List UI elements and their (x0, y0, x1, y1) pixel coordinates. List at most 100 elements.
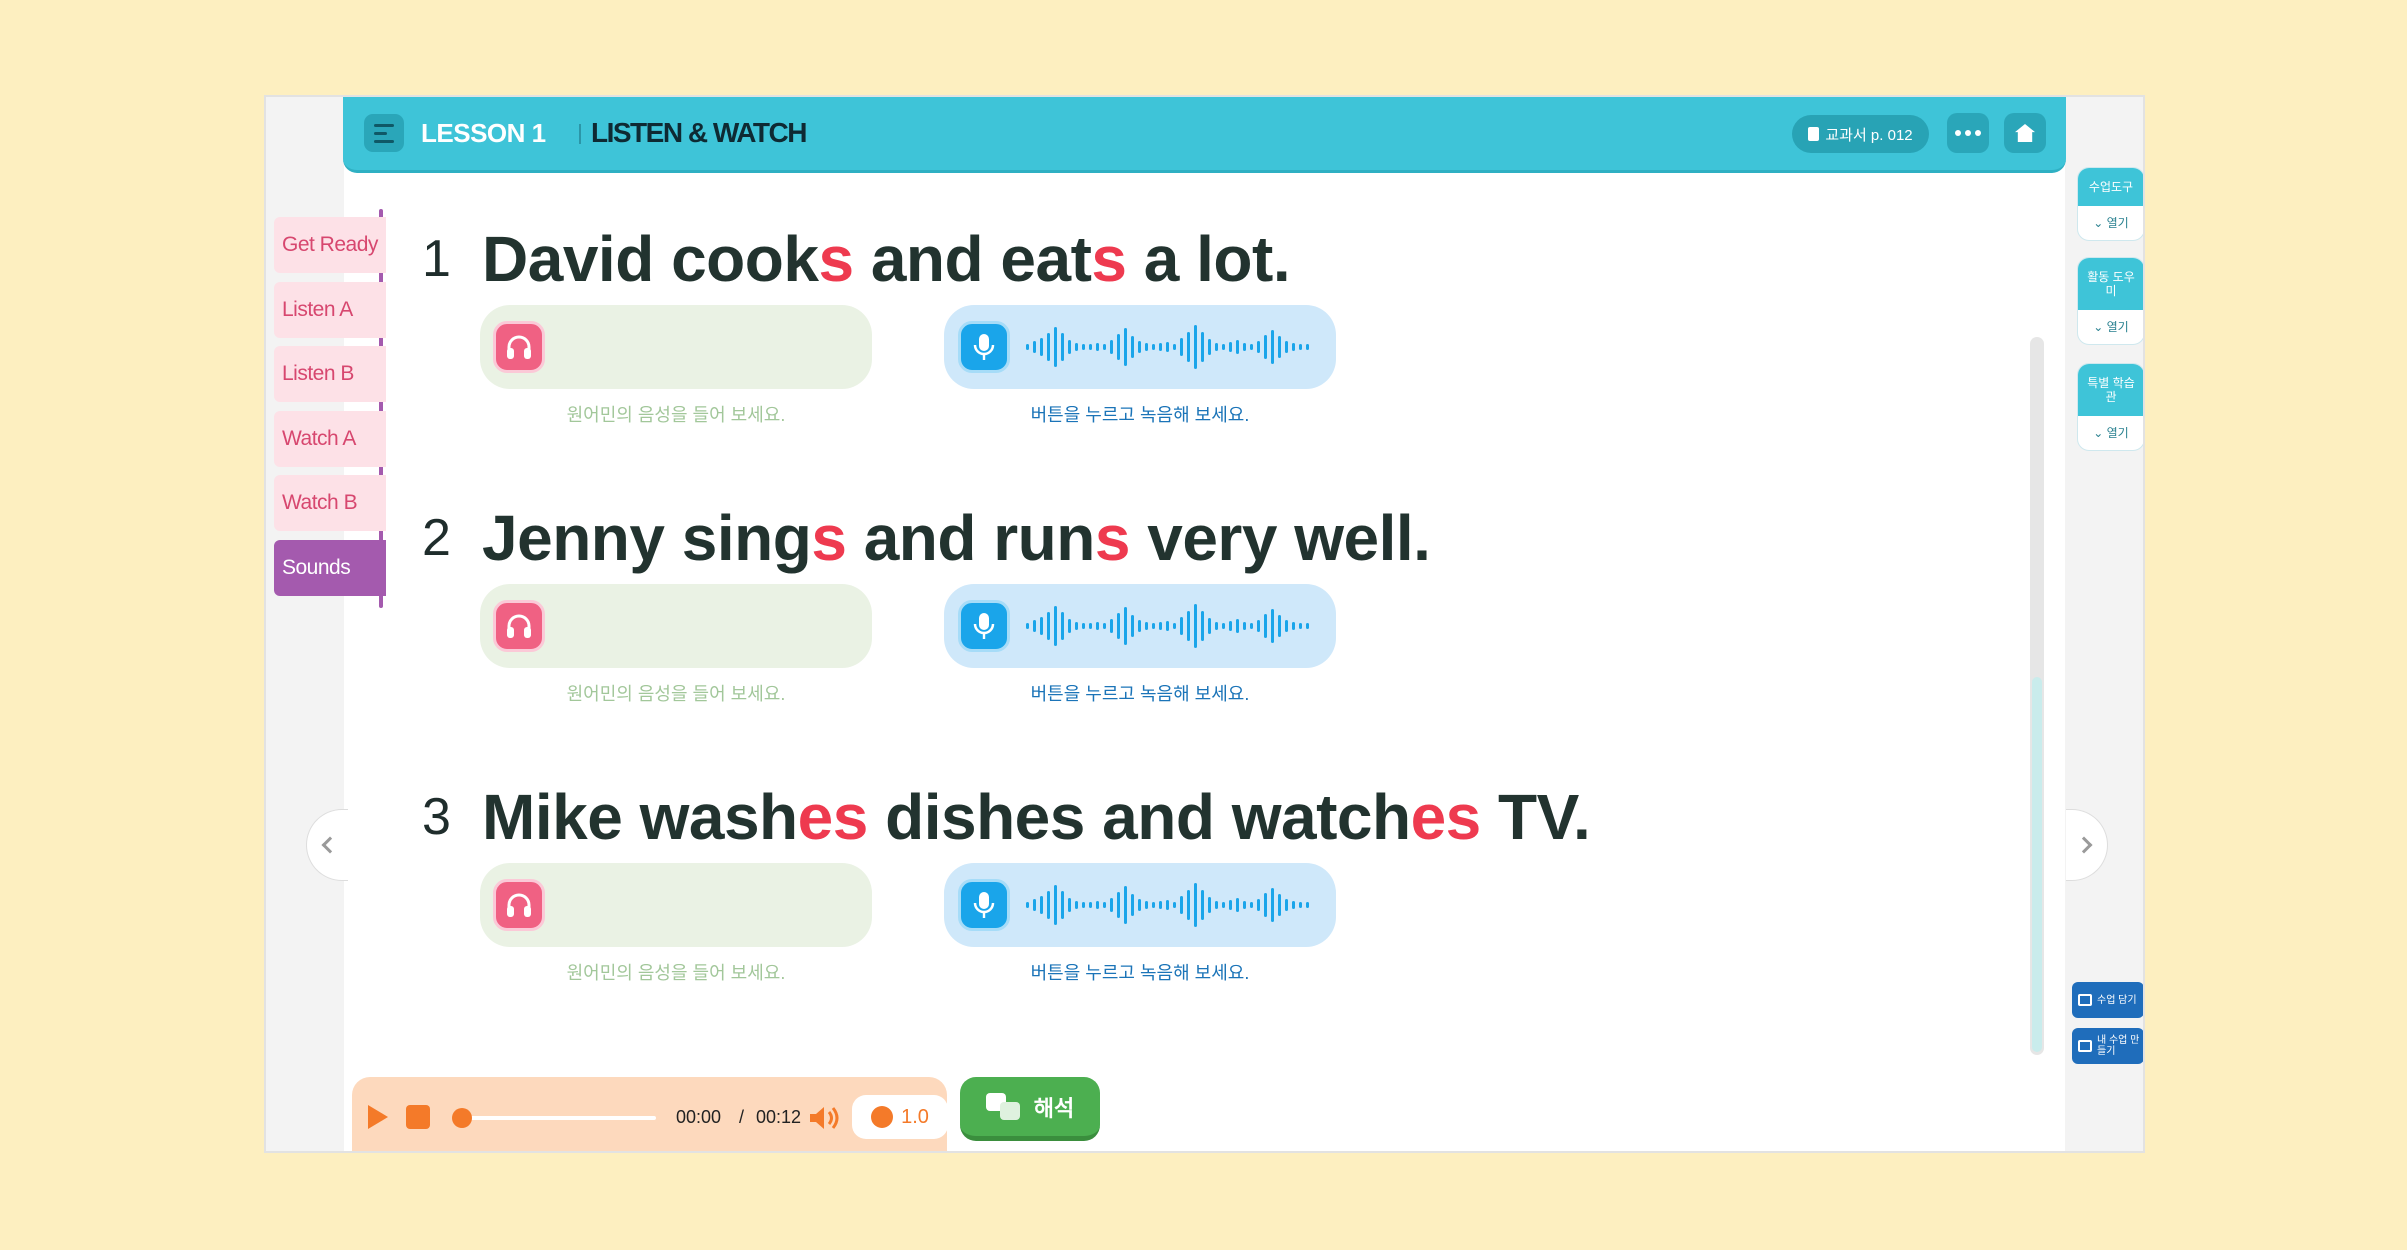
class-tools-toggle[interactable]: ⌄ 열기 (2078, 206, 2143, 240)
sentence-text: Jenny sings and runs very well. (482, 502, 1431, 574)
sentence-part: very well. (1129, 502, 1431, 574)
special-learning-toggle[interactable]: ⌄ 열기 (2078, 416, 2143, 450)
microphone-icon (973, 613, 995, 639)
progress-track[interactable] (456, 1116, 656, 1120)
lesson-window: LESSON 1 LISTEN & WATCH 교과서 p. 012 Get R… (264, 95, 2145, 1153)
activity-helper-panel[interactable]: 활동 도우미 ⌄ 열기 (2077, 257, 2143, 345)
sentence-text: Mike washes dishes and watches TV. (482, 781, 1591, 853)
sidebar-tab-get-ready[interactable]: Get Ready (274, 217, 386, 273)
listen-caption: 원어민의 음성을 들어 보세요. (566, 405, 786, 425)
time-separator: / (739, 1107, 745, 1127)
sentence-number: 3 (422, 788, 451, 846)
sidebar-tab-listen-a[interactable]: Listen A (274, 281, 386, 338)
record-caption: 버튼을 누르고 녹음해 보세요. (1030, 405, 1250, 425)
ending-highlight: s (1091, 223, 1127, 295)
translate-button[interactable]: 해석 (960, 1077, 1100, 1141)
home-icon (2015, 124, 2035, 142)
sidebar-tabs: Get Ready Listen A Listen B Watch A Watc… (274, 217, 386, 604)
native-audio-box (480, 305, 872, 389)
headphones-button[interactable] (493, 879, 545, 931)
make-lesson-label: 내 수업 만들기 (2097, 1035, 2140, 1057)
ending-highlight: s (818, 223, 854, 295)
waveform-icon (1026, 325, 1309, 369)
save-lesson-button[interactable]: 수업 담기 (2072, 982, 2143, 1018)
ending-highlight: s (811, 502, 847, 574)
record-box (944, 863, 1336, 947)
menu-line-icon (374, 131, 387, 135)
textbook-page-label: 교과서 p. 012 (1825, 126, 1913, 144)
speed-gauge-icon (871, 1106, 894, 1128)
ending-highlight: es (1410, 781, 1482, 853)
record-box (944, 584, 1336, 668)
audio-player: 00:00 / 00:12 1.0 (352, 1077, 948, 1151)
class-tools-title: 수업도구 (2078, 168, 2143, 206)
total-time: 00:12 (756, 1107, 802, 1127)
make-lesson-button[interactable]: 내 수업 만들기 (2072, 1028, 2143, 1064)
menu-line-icon (374, 139, 394, 143)
sidebar-tab-listen-b[interactable]: Listen B (274, 346, 386, 402)
chevron-left-icon (321, 836, 339, 854)
section-title: LISTEN & WATCH (591, 117, 807, 148)
sidebar-tab-watch-b[interactable]: Watch B (274, 475, 386, 531)
ending-highlight: s (1094, 502, 1131, 574)
microphone-icon (973, 892, 995, 918)
sentence-part: dishes and watch (867, 781, 1411, 853)
record-box (944, 305, 1336, 389)
record-button[interactable] (958, 321, 1010, 373)
sentence-part: Mike wash (482, 781, 798, 853)
playback-speed-value: 1.0 (901, 1105, 929, 1128)
native-audio-box (480, 863, 872, 947)
record-caption: 버튼을 누르고 녹음해 보세요. (1030, 684, 1250, 704)
headphones-button[interactable] (493, 321, 545, 373)
sidebar-tab-watch-a[interactable]: Watch A (274, 410, 386, 467)
microphone-icon (973, 334, 995, 360)
record-button[interactable] (958, 879, 1010, 931)
headphones-button[interactable] (493, 600, 545, 652)
book-icon (1808, 127, 1820, 141)
activity-helper-toggle[interactable]: ⌄ 열기 (2078, 310, 2143, 344)
waveform-icon (1026, 883, 1309, 927)
native-audio-box (480, 584, 872, 668)
ending-highlight: es (797, 781, 869, 853)
headphones-icon (507, 335, 531, 359)
playback-speed-button[interactable]: 1.0 (852, 1095, 948, 1139)
more-dots-icon (1955, 130, 1981, 136)
folder-icon (2078, 994, 2092, 1006)
sentence-number: 2 (422, 509, 451, 567)
sentence-part: and run (846, 502, 1096, 574)
record-button[interactable] (958, 600, 1010, 652)
record-caption: 버튼을 누르고 녹음해 보세요. (1030, 963, 1250, 983)
headphones-icon (507, 893, 531, 917)
textbook-page-button[interactable]: 교과서 p. 012 (1792, 115, 1929, 153)
more-button[interactable] (1947, 113, 1989, 153)
listen-caption: 원어민의 음성을 들어 보세요. (566, 684, 786, 704)
menu-button[interactable] (364, 114, 404, 152)
sentence-part: TV. (1480, 781, 1591, 853)
sentence-part: a lot. (1126, 223, 1291, 295)
sentence-part: Jenny sing (482, 502, 812, 574)
progress-knob[interactable] (452, 1108, 472, 1128)
lesson-title: LESSON 1 (421, 118, 546, 148)
sidebar-tab-sounds[interactable]: Sounds (274, 539, 386, 596)
sentence-text: David cooks and eats a lot. (482, 223, 1291, 295)
play-icon[interactable] (368, 1105, 388, 1129)
header-bar: LESSON 1 LISTEN & WATCH 교과서 p. 012 (343, 97, 2066, 173)
menu-line-icon (374, 123, 394, 127)
translate-label: 해석 (1033, 1095, 1075, 1121)
special-learning-title: 특별 학습관 (2078, 364, 2143, 416)
stop-button[interactable] (406, 1105, 430, 1129)
card-icon (2078, 1040, 2092, 1052)
home-button[interactable] (2004, 113, 2046, 153)
sentence-part: David cook (482, 223, 819, 295)
class-tools-panel[interactable]: 수업도구 ⌄ 열기 (2077, 167, 2143, 241)
headphones-icon (507, 614, 531, 638)
sentence-number: 1 (422, 230, 451, 288)
volume-icon[interactable] (808, 1104, 842, 1132)
translate-icon (985, 1092, 1022, 1121)
special-learning-panel[interactable]: 특별 학습관 ⌄ 열기 (2077, 363, 2143, 451)
scrollbar-thumb[interactable] (2032, 677, 2042, 1052)
waveform-icon (1026, 604, 1309, 648)
sentence-part: and eat (853, 223, 1092, 295)
activity-helper-title: 활동 도우미 (2078, 258, 2143, 310)
save-lesson-label: 수업 담기 (2097, 994, 2137, 1006)
